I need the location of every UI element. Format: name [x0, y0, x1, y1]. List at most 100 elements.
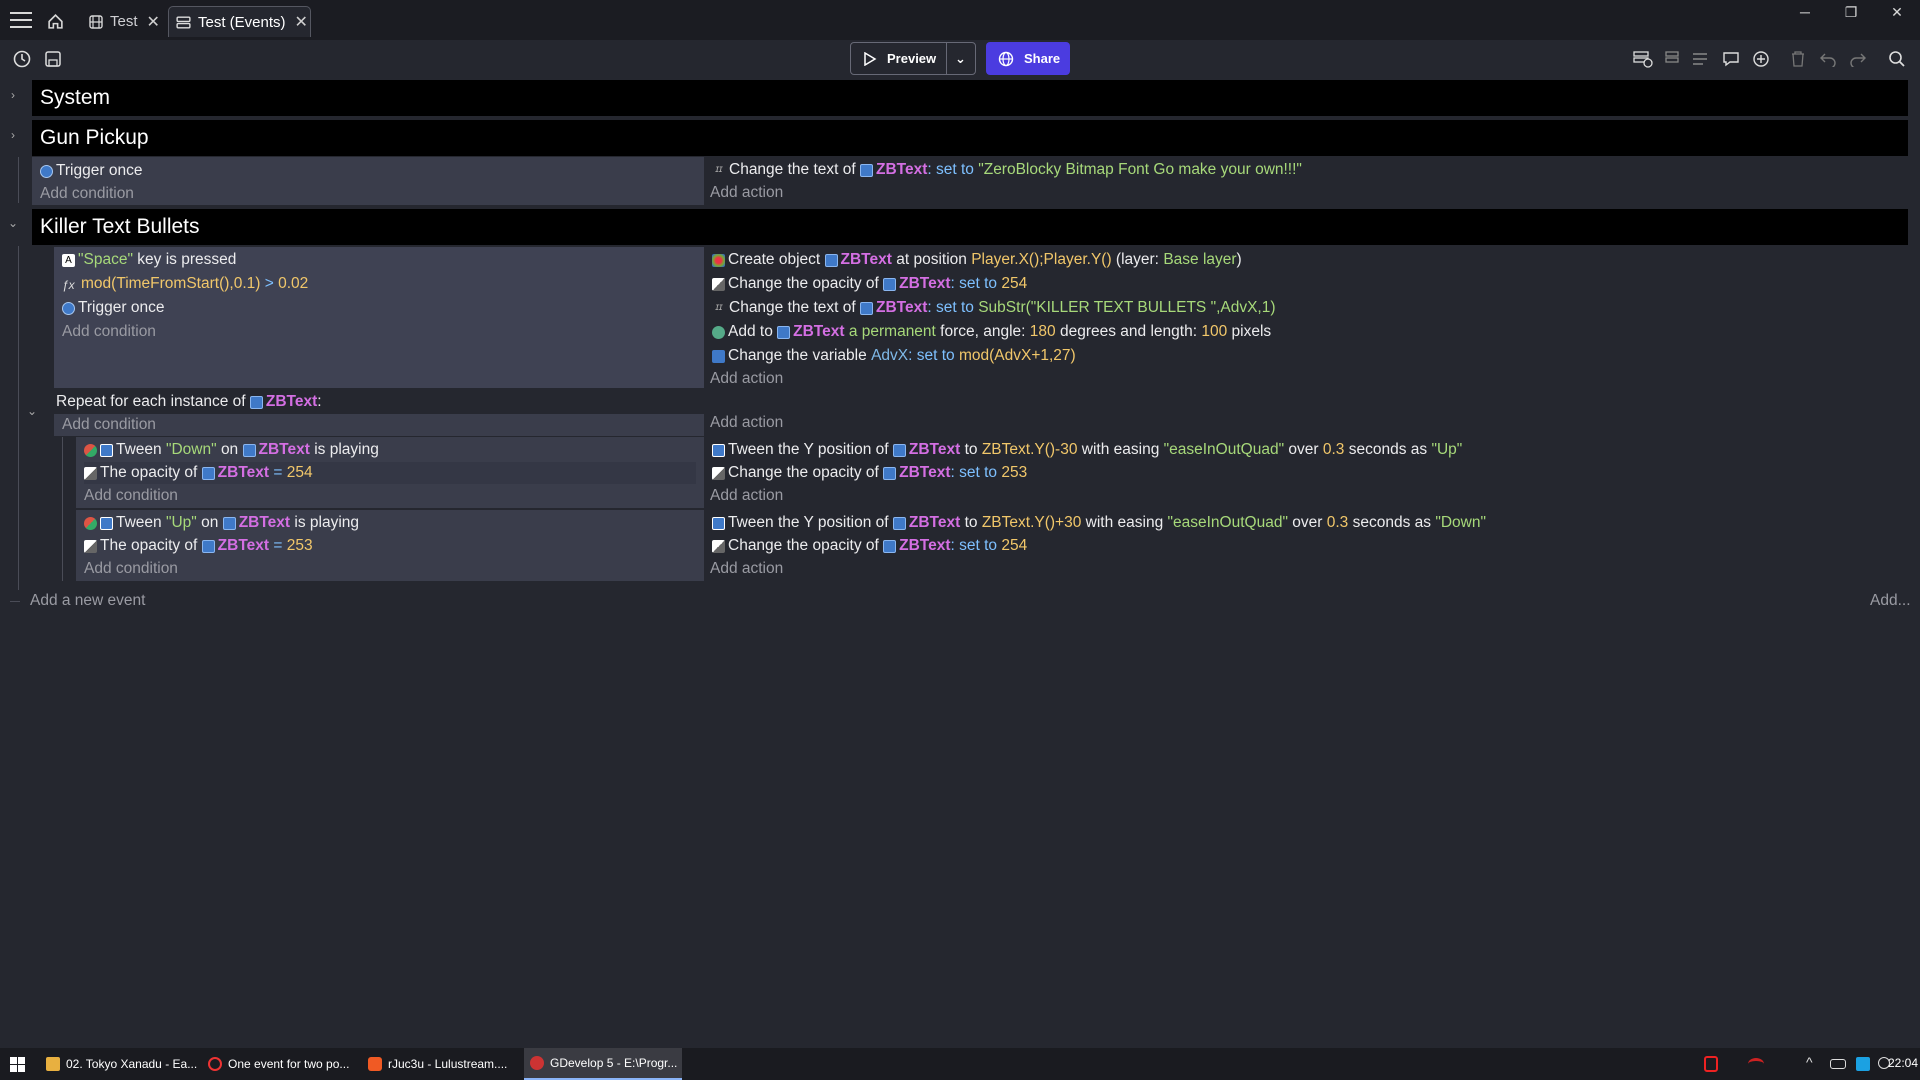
actions-panel[interactable]: Create object ZBText at position Player.… — [710, 247, 1910, 388]
windows-start-icon[interactable] — [10, 1057, 25, 1077]
group-title: System — [40, 86, 111, 109]
action-tween-y[interactable]: Tween the Y position of ZBText to ZBText… — [712, 512, 1486, 534]
condition-tween-playing[interactable]: Tween "Up" on ZBText is playing — [84, 512, 359, 534]
add-condition-link[interactable]: Add condition — [62, 321, 156, 343]
conditions-panel[interactable]: A "Space" key is pressed ƒx mod(TimeFromSt… — [54, 247, 704, 388]
taskbar-label: 02. Tokyo Xanadu - Ea... — [66, 1057, 198, 1071]
action-change-opacity[interactable]: Change the opacity of ZBText: set to 254 — [712, 273, 1027, 295]
action-text: with easing — [1085, 514, 1164, 531]
chevron-right-icon[interactable]: › — [0, 88, 26, 102]
add-menu-link[interactable]: Add... — [1870, 590, 1911, 612]
taskbar-item[interactable]: One event for two po... — [202, 1048, 358, 1080]
delete-icon[interactable] — [1787, 48, 1809, 70]
add-subevent-icon[interactable] — [1661, 48, 1683, 70]
restore-icon[interactable]: ❐ — [1828, 0, 1874, 24]
save-icon[interactable] — [42, 48, 64, 70]
add-condition-link[interactable]: Add condition — [40, 183, 134, 205]
action-tween-y[interactable]: Tween the Y position of ZBText to ZBText… — [712, 439, 1462, 461]
tab-label: Test (Events) — [198, 13, 286, 31]
tray-app-icon[interactable] — [1748, 1058, 1764, 1070]
chevron-right-icon[interactable]: › — [0, 128, 26, 142]
operator: = — [273, 537, 283, 554]
group-killer-text-bullets[interactable]: Killer Text Bullets — [32, 209, 1908, 245]
condition-key-pressed[interactable]: A "Space" key is pressed — [62, 249, 236, 271]
hamburger-menu-icon[interactable] — [10, 12, 32, 28]
action-text: seconds as — [1348, 441, 1428, 458]
add-action-link[interactable]: Add action — [710, 558, 783, 580]
action-change-opacity[interactable]: Change the opacity of ZBText: set to 253 — [712, 462, 1027, 484]
object-name: ZBText — [258, 441, 310, 458]
undo-icon[interactable] — [1817, 48, 1839, 70]
object-icon — [777, 325, 791, 339]
tween-icon — [84, 443, 97, 457]
group-gun-pickup[interactable]: Gun Pickup — [32, 120, 1908, 156]
redo-icon[interactable] — [1847, 48, 1869, 70]
history-icon[interactable] — [11, 48, 33, 70]
condition-trigger-once[interactable]: Trigger once — [40, 160, 142, 182]
add-action-link[interactable]: Add action — [710, 412, 783, 434]
object-name: ZBText — [908, 441, 961, 458]
comment-icon[interactable] — [1720, 48, 1742, 70]
chevron-down-icon[interactable]: ⌄ — [0, 216, 26, 230]
add-new-event-link[interactable]: Add a new event — [30, 590, 145, 612]
preview-button[interactable]: Preview ⌄ — [850, 42, 976, 75]
close-icon[interactable]: ✕ — [295, 12, 308, 32]
tab-test[interactable]: Test ✕ — [84, 6, 166, 37]
gamepad-icon[interactable] — [1830, 1059, 1846, 1069]
chevron-down-icon[interactable]: ⌄ — [20, 404, 44, 418]
taskbar-item[interactable]: rJuc3u - Lulustream.... — [362, 1048, 520, 1080]
conditions-panel[interactable]: Tween "Down" on ZBText is playing The op… — [76, 437, 704, 508]
condition-tween-playing[interactable]: Tween "Down" on ZBText is playing — [84, 439, 379, 461]
search-icon[interactable] — [1886, 48, 1908, 70]
action-text: Tween the Y position of — [728, 514, 889, 531]
actions-panel[interactable]: ɪɪ Change the text of ZBText: set to "Zer… — [710, 157, 1910, 205]
conditions-panel[interactable]: Add condition — [54, 414, 704, 436]
trigger-once-icon — [62, 301, 75, 315]
taskbar-item-active[interactable]: GDevelop 5 - E:\Progr... — [524, 1048, 682, 1080]
add-event-icon[interactable] — [1632, 48, 1654, 70]
object-icon — [859, 163, 873, 177]
conditions-panel[interactable]: Trigger once Add condition — [32, 157, 704, 205]
operator: = — [273, 464, 283, 481]
tray-app-icon[interactable] — [1704, 1056, 1718, 1072]
group-system[interactable]: System — [32, 80, 1908, 116]
action-add-force[interactable]: Add to ZBText a permanent force, angle: … — [712, 321, 1271, 343]
add-circle-icon[interactable] — [1750, 48, 1772, 70]
taskbar-item[interactable]: 02. Tokyo Xanadu - Ea... — [40, 1048, 200, 1080]
condition-opacity[interactable]: The opacity of ZBText = 254 — [84, 462, 696, 484]
actions-panel[interactable]: Tween the Y position of ZBText to ZBText… — [710, 437, 1910, 508]
group-title: Killer Text Bullets — [40, 215, 200, 238]
action-change-variable[interactable]: Change the variable AdvX: set to mod(Adv… — [712, 345, 1076, 367]
condition-trigger-once[interactable]: Trigger once — [62, 297, 164, 319]
home-tab[interactable] — [42, 6, 74, 37]
share-button[interactable]: Share — [986, 42, 1070, 75]
add-action-link[interactable]: Add action — [710, 485, 783, 507]
conditions-panel[interactable]: Tween "Up" on ZBText is playing The opac… — [76, 510, 704, 581]
action-change-text[interactable]: ɪɪ Change the text of ZBText: set to "Zer… — [712, 159, 1302, 181]
condition-text: key is pressed — [137, 251, 237, 268]
condition-text: Tween — [116, 441, 162, 458]
close-icon[interactable]: ✕ — [147, 12, 160, 32]
chevron-up-icon[interactable]: ^ — [1806, 1054, 1813, 1070]
keyboard-icon: A — [62, 253, 75, 267]
condition-compare-expression[interactable]: ƒx mod(TimeFromStart(),0.1) > 0.02 — [62, 273, 308, 295]
add-condition-link[interactable]: Add condition — [62, 414, 156, 436]
action-create-object[interactable]: Create object ZBText at position Player.… — [712, 249, 1242, 271]
add-comment-list-icon[interactable] — [1690, 48, 1712, 70]
add-action-link[interactable]: Add action — [710, 368, 783, 390]
action-change-text[interactable]: ɪɪ Change the text of ZBText: set to SubS… — [712, 297, 1275, 319]
condition-opacity[interactable]: The opacity of ZBText = 253 — [84, 535, 313, 557]
tray-app-icon[interactable] — [1856, 1057, 1870, 1071]
add-condition-link[interactable]: Add condition — [84, 558, 178, 580]
add-condition-link[interactable]: Add condition — [84, 485, 178, 507]
add-action-link[interactable]: Add action — [710, 182, 783, 204]
actions-panel[interactable]: Tween the Y position of ZBText to ZBText… — [710, 510, 1910, 581]
chevron-down-icon[interactable]: ⌄ — [955, 51, 966, 67]
repeat-header[interactable]: Repeat for each instance of ZBText: — [56, 391, 322, 413]
clock[interactable]: 22:04 — [1882, 1056, 1918, 1070]
add-label: Add... — [1870, 592, 1911, 609]
minimize-icon[interactable]: ─ — [1782, 0, 1828, 24]
action-change-opacity[interactable]: Change the opacity of ZBText: set to 254 — [712, 535, 1027, 557]
close-window-icon[interactable]: ✕ — [1874, 0, 1920, 24]
tab-test-events[interactable]: Test (Events) ✕ — [168, 6, 311, 37]
